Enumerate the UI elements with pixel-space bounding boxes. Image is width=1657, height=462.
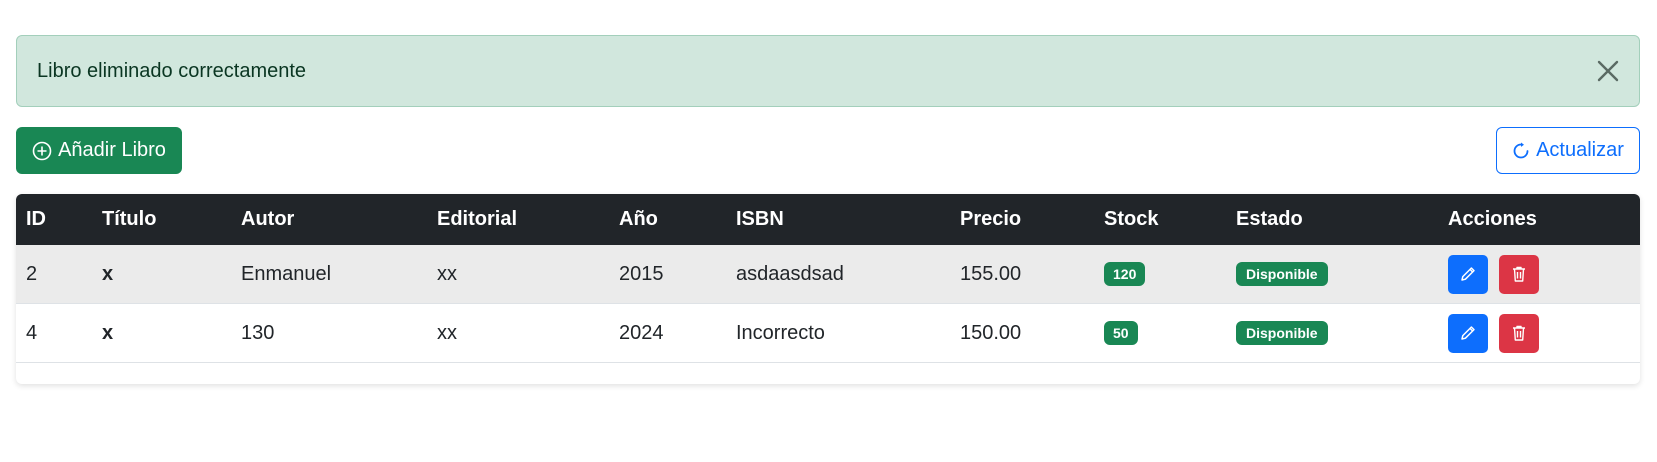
edit-button[interactable] <box>1448 254 1488 294</box>
cell-titulo: x <box>102 321 114 344</box>
header-anio[interactable]: Año <box>619 208 658 231</box>
trash-icon <box>1511 324 1527 342</box>
row-actions <box>1448 254 1539 294</box>
stock-badge: 120 <box>1104 262 1146 286</box>
books-table: ID Título Autor Editorial Año ISBN Preci… <box>16 194 1640 384</box>
cell-anio: 2015 <box>619 262 664 285</box>
cell-id: 2 <box>26 262 38 285</box>
status-badge: Disponible <box>1236 262 1328 286</box>
trash-icon <box>1511 265 1527 283</box>
pencil-icon <box>1459 265 1477 283</box>
header-acciones: Acciones <box>1448 208 1537 230</box>
cell-isbn: asdaasdsad <box>736 262 844 285</box>
table-header: ID Título Autor Editorial Año ISBN Preci… <box>16 194 1640 245</box>
header-id[interactable]: ID <box>26 208 46 231</box>
header-estado[interactable]: Estado <box>1236 208 1303 231</box>
cell-titulo: x <box>102 262 114 285</box>
table-row: 2 x Enmanuel xx 2015 asdaasdsad 155.00 1… <box>16 245 1640 304</box>
refresh-button[interactable]: Actualizar <box>1496 127 1640 174</box>
header-editorial[interactable]: Editorial <box>437 208 517 231</box>
close-icon[interactable] <box>1595 58 1621 84</box>
table-row: 4 x 130 xx 2024 Incorrecto 150.00 50 Dis… <box>16 304 1640 363</box>
header-precio[interactable]: Precio <box>960 208 1021 231</box>
pencil-icon <box>1459 324 1477 342</box>
cell-id: 4 <box>26 321 38 344</box>
success-alert: Libro eliminado correctamente <box>16 35 1640 107</box>
header-titulo[interactable]: Título <box>102 208 156 231</box>
header-stock[interactable]: Stock <box>1104 208 1158 231</box>
add-book-button[interactable]: Añadir Libro <box>16 127 182 174</box>
add-book-label: Añadir Libro <box>58 139 166 161</box>
cell-autor: Enmanuel <box>241 262 332 285</box>
cell-isbn: Incorrecto <box>736 321 825 344</box>
stock-badge: 50 <box>1104 321 1138 345</box>
plus-circle-icon <box>32 141 52 161</box>
header-isbn[interactable]: ISBN <box>736 208 784 231</box>
cell-autor: 130 <box>241 321 275 344</box>
cell-editorial: xx <box>437 262 457 285</box>
cell-precio: 150.00 <box>960 321 1022 344</box>
cell-precio: 155.00 <box>960 262 1022 285</box>
row-actions <box>1448 313 1539 353</box>
status-badge: Disponible <box>1236 321 1328 345</box>
delete-button[interactable] <box>1499 313 1539 353</box>
header-autor[interactable]: Autor <box>241 208 294 231</box>
refresh-icon <box>1512 142 1530 160</box>
delete-button[interactable] <box>1499 254 1539 294</box>
cell-anio: 2024 <box>619 321 664 344</box>
cell-editorial: xx <box>437 321 457 344</box>
alert-message: Libro eliminado correctamente <box>37 59 307 82</box>
refresh-label: Actualizar <box>1536 139 1624 161</box>
edit-button[interactable] <box>1448 313 1488 353</box>
